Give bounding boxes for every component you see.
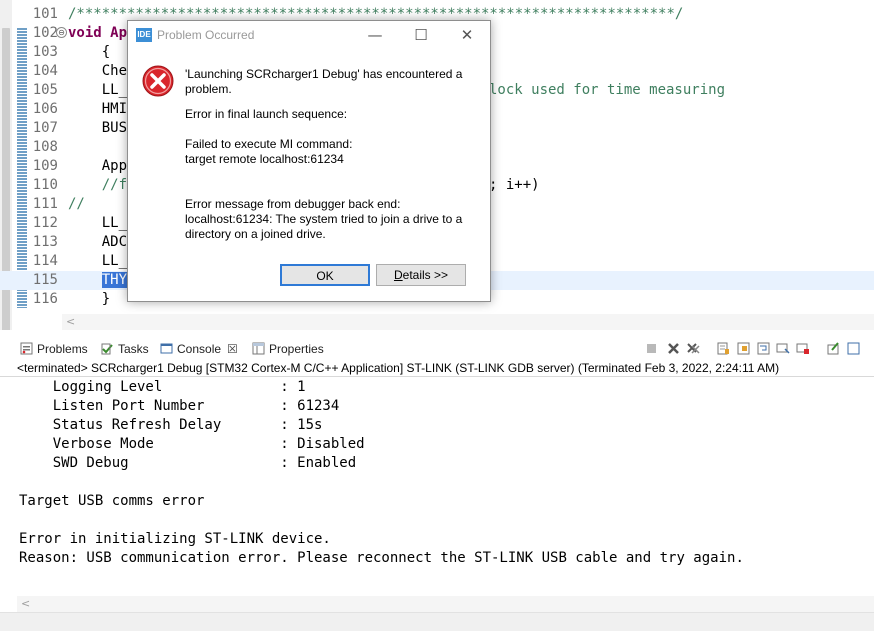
line-number: 104 <box>32 63 58 79</box>
code-text: HMI <box>68 101 128 117</box>
console-line: Status Refresh Delay : 15s <box>19 417 323 433</box>
console-line: Reason: USB communication error. Please … <box>19 550 744 566</box>
line-number: 103 <box>32 44 58 60</box>
line-number: 110 <box>32 177 58 193</box>
details-label: etails >> <box>402 268 449 282</box>
show-on-output-icon[interactable] <box>776 341 791 356</box>
code-text: void Ap <box>68 24 127 43</box>
code-text: //f <box>68 177 128 193</box>
properties-icon <box>252 342 265 355</box>
fold-toggle-icon[interactable]: ⊖ <box>56 27 67 38</box>
line-number: 105 <box>32 82 58 98</box>
code-text: BUS <box>68 120 128 136</box>
line-number: 102 <box>32 25 58 41</box>
console-line: Verbose Mode : Disabled <box>19 436 365 452</box>
code-fragment: lock used for time measuring <box>489 82 726 98</box>
close-icon[interactable]: ✕ <box>444 21 490 50</box>
tab-console[interactable]: Console ☒ <box>160 338 238 360</box>
line-number: 108 <box>32 139 58 155</box>
code-text: THY <box>68 271 128 290</box>
selected-text: THY <box>101 272 128 288</box>
line-number: 112 <box>32 215 58 231</box>
open-console-icon[interactable] <box>846 341 861 356</box>
mi-command-detail: Failed to execute MI command: target rem… <box>185 137 353 166</box>
dialog-title: Problem Occurred <box>157 28 255 42</box>
tab-problems[interactable]: Problems <box>20 338 88 360</box>
ok-button[interactable]: OK <box>280 264 370 286</box>
console-toolbar <box>644 340 874 358</box>
console-line: Target USB comms error <box>19 493 205 509</box>
line-number: 109 <box>32 158 58 174</box>
editor-horizontal-scrollbar[interactable]: < <box>62 314 874 330</box>
code-text: App <box>68 158 128 174</box>
line-number: 106 <box>32 101 58 117</box>
word-wrap-icon[interactable] <box>756 341 771 356</box>
console-line: SWD Debug : Enabled <box>19 455 357 471</box>
tab-label: Problems <box>37 342 88 356</box>
view-tabs: Problems Tasks Console ☒ Properties <box>0 338 874 360</box>
tab-tasks[interactable]: Tasks <box>101 338 149 360</box>
tasks-icon <box>101 343 113 355</box>
code-text: // <box>68 196 85 212</box>
stop-icon[interactable] <box>644 341 659 356</box>
tab-label: Tasks <box>118 342 149 356</box>
console-line: Listen Port Number : 61234 <box>19 398 340 414</box>
clear-console-icon[interactable] <box>716 341 731 356</box>
line-number: 113 <box>32 234 58 250</box>
line-number: 107 <box>32 120 58 136</box>
code-text: ADC <box>68 234 128 250</box>
ide-app-icon: IDE <box>136 28 152 42</box>
code-text: LL_ <box>68 82 128 98</box>
line-number: 116 <box>32 291 58 307</box>
problems-icon <box>20 342 33 355</box>
close-tab-icon[interactable]: ☒ <box>227 342 238 356</box>
maximize-icon[interactable]: ☐ <box>398 21 444 50</box>
scroll-lock-icon[interactable] <box>736 341 751 356</box>
details-mnemonic: D <box>393 268 403 282</box>
dialog-titlebar[interactable]: IDE Problem Occurred — ☐ ✕ <box>128 21 490 50</box>
code-fragment: ; i++) <box>489 177 540 193</box>
show-on-error-icon[interactable] <box>796 341 811 356</box>
console-status-label: <terminated> SCRcharger1 Debug [STM32 Co… <box>0 360 874 377</box>
line-number: 111 <box>32 196 58 212</box>
remove-all-icon[interactable] <box>686 341 701 356</box>
details-button[interactable]: Details >> <box>376 264 466 286</box>
tab-label: Properties <box>269 342 324 356</box>
code-text: LL_ <box>68 215 128 231</box>
code-text: { <box>68 44 111 60</box>
minimize-icon[interactable]: — <box>352 21 398 50</box>
remove-launch-icon[interactable] <box>666 341 681 356</box>
problem-occurred-dialog: IDE Problem Occurred — ☐ ✕ 'Launching SC… <box>127 20 491 302</box>
tab-properties[interactable]: Properties <box>252 338 324 360</box>
status-bar <box>0 612 874 631</box>
pin-console-icon[interactable] <box>826 341 841 356</box>
line-number: 114 <box>32 253 58 269</box>
scroll-left-icon[interactable]: < <box>66 314 75 330</box>
debugger-error-detail: Error message from debugger back end: lo… <box>185 197 463 241</box>
console-horizontal-scrollbar[interactable]: < <box>17 596 874 612</box>
console-output[interactable]: Logging Level : 1 Listen Port Number : 6… <box>0 377 874 597</box>
scroll-left-icon[interactable]: < <box>21 596 30 612</box>
line-number: 115 <box>32 272 58 288</box>
console-line: Error in initializing ST-LINK device. <box>19 531 331 547</box>
console-line: Logging Level : 1 <box>19 379 306 395</box>
code-text: LL_ <box>68 253 128 269</box>
console-icon <box>160 343 173 354</box>
tab-label: Console <box>177 342 222 356</box>
error-header: Error in final launch sequence: <box>185 107 348 121</box>
problem-message: 'Launching SCRcharger1 Debug' has encoun… <box>185 67 463 96</box>
error-icon <box>142 65 174 97</box>
line-number: 101 <box>32 6 58 22</box>
code-text: Che <box>68 63 128 79</box>
code-text: } <box>68 291 111 307</box>
code-keyword: void Ap <box>68 25 128 41</box>
